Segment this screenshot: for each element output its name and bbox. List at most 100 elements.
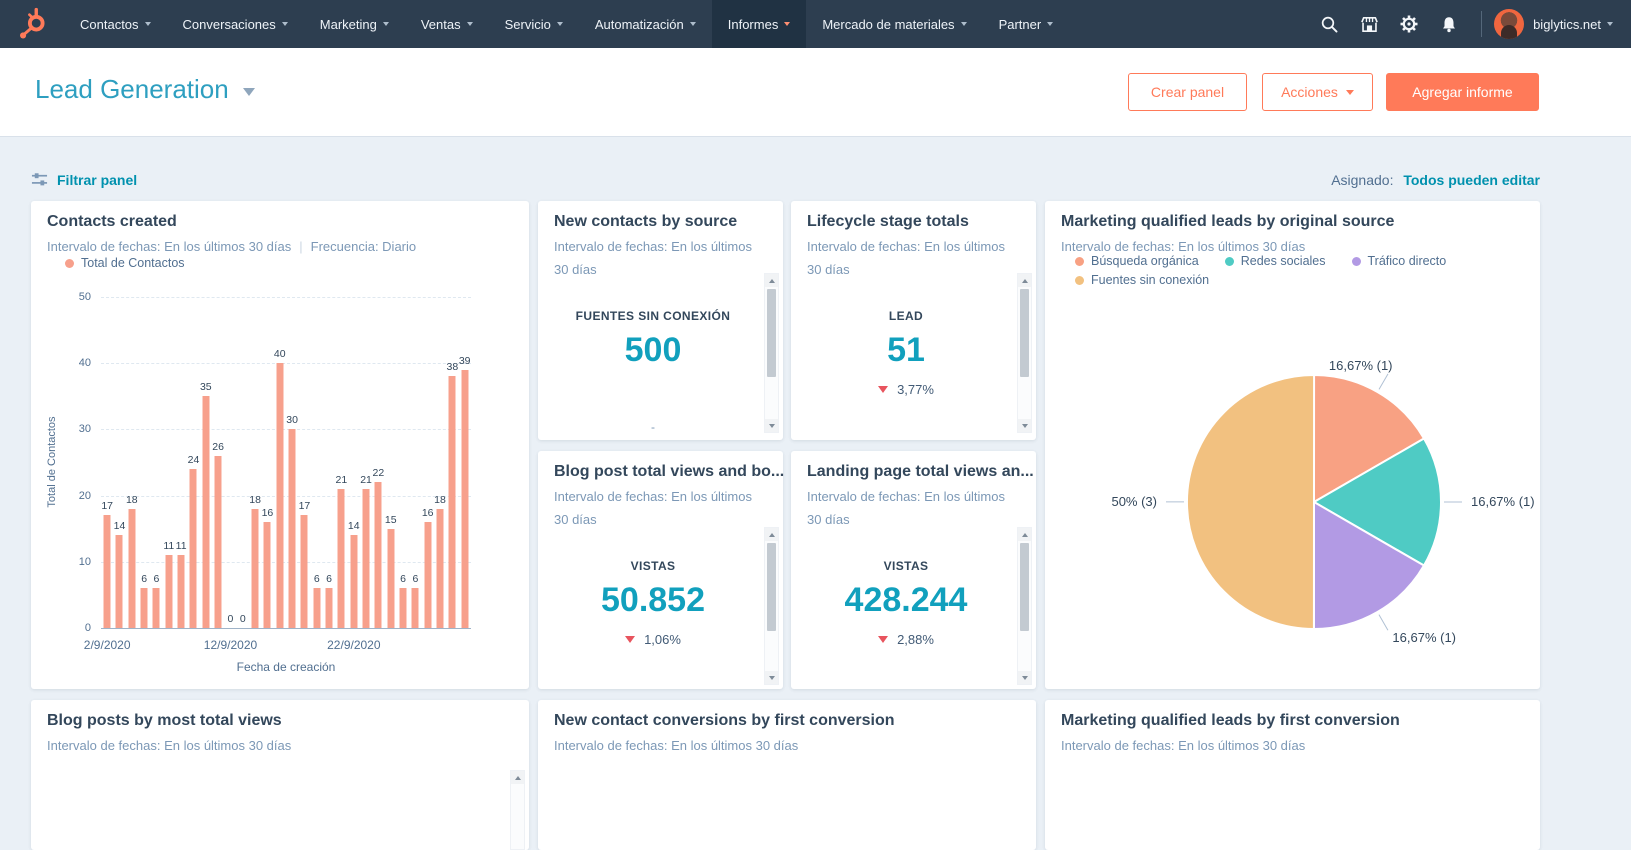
bar[interactable] — [301, 515, 308, 628]
nav-item-label: Contactos — [80, 17, 139, 32]
bar[interactable] — [165, 555, 172, 628]
search-icon[interactable] — [1309, 0, 1349, 48]
bar[interactable] — [116, 535, 123, 628]
bar[interactable] — [252, 509, 259, 628]
bar-value-label: 6 — [314, 573, 320, 585]
scroll-up-arrow[interactable] — [1018, 274, 1031, 287]
settings-gear-icon[interactable] — [1389, 0, 1429, 48]
bar[interactable] — [153, 588, 160, 628]
bar-slot: 0 — [237, 297, 249, 628]
actions-button[interactable]: Acciones — [1262, 73, 1373, 111]
bar[interactable] — [141, 588, 148, 628]
legend-dot-icon — [65, 259, 74, 268]
scroll-down-arrow[interactable] — [1018, 671, 1031, 684]
bar[interactable] — [289, 429, 296, 628]
bar[interactable] — [350, 535, 357, 628]
bar[interactable] — [412, 588, 419, 628]
nav-item-automatizacion[interactable]: Automatización — [579, 0, 712, 48]
chevron-down-icon — [383, 22, 389, 26]
bar[interactable] — [437, 509, 444, 628]
add-report-button[interactable]: Agregar informe — [1386, 73, 1539, 111]
bar[interactable] — [338, 489, 345, 628]
card-title: New contacts by source — [554, 213, 737, 231]
account-menu[interactable]: biglytics.net — [1533, 17, 1613, 32]
card-subtitle: Intervalo de fechas: En los últimos 30 d… — [807, 235, 1012, 281]
bar[interactable] — [449, 376, 456, 628]
dashboard-title-dropdown[interactable]: Lead Generation — [35, 74, 255, 105]
stat-value: 428.244 — [791, 581, 1021, 620]
notifications-bell-icon[interactable] — [1429, 0, 1469, 48]
bar[interactable] — [104, 515, 111, 628]
scroll-down-arrow[interactable] — [765, 419, 778, 432]
nav-item-informes[interactable]: Informes — [712, 0, 807, 48]
nav-item-mercado-de-materiales[interactable]: Mercado de materiales — [806, 0, 982, 48]
scroll-up-arrow[interactable] — [1018, 528, 1031, 541]
chevron-down-icon — [1346, 90, 1354, 95]
nav-item-ventas[interactable]: Ventas — [405, 0, 489, 48]
bar-slot: 30 — [286, 297, 298, 628]
bar[interactable] — [215, 456, 222, 628]
page-title: Lead Generation — [35, 74, 229, 105]
bar-value-label: 38 — [447, 361, 459, 373]
scroll-up-arrow[interactable] — [511, 771, 524, 784]
bar[interactable] — [313, 588, 320, 628]
stat-label: FUENTES SIN CONEXIÓN — [538, 309, 768, 323]
bar[interactable] — [461, 370, 468, 628]
scroll-up-arrow[interactable] — [765, 528, 778, 541]
bar[interactable] — [363, 489, 370, 628]
user-avatar[interactable] — [1494, 9, 1524, 39]
bar[interactable] — [375, 482, 382, 628]
scroll-down-arrow[interactable] — [1018, 419, 1031, 432]
legend-dot-icon — [1075, 276, 1084, 285]
bar[interactable] — [264, 522, 271, 628]
bar[interactable] — [424, 522, 431, 628]
bar[interactable] — [387, 529, 394, 628]
nav-item-partner[interactable]: Partner — [983, 0, 1070, 48]
y-tick-label: 20 — [65, 490, 91, 502]
nav-item-conversaciones[interactable]: Conversaciones — [167, 0, 304, 48]
hubspot-logo-icon[interactable] — [0, 0, 64, 48]
bar[interactable] — [400, 588, 407, 628]
bar[interactable] — [202, 396, 209, 628]
stat-block: LEAD 51 3,77% — [791, 309, 1021, 397]
bar[interactable] — [276, 363, 283, 628]
nav-item-contactos[interactable]: Contactos — [64, 0, 167, 48]
card-mql-by-first-conversion: Marketing qualified leads by first conve… — [1045, 700, 1540, 850]
scrollbar-thumb[interactable] — [767, 543, 776, 631]
assigned-permission-link[interactable]: Todos pueden editar — [1403, 172, 1540, 188]
marketplace-icon[interactable] — [1349, 0, 1389, 48]
bar[interactable] — [326, 588, 333, 628]
stat-delta: 1,06% — [538, 632, 768, 647]
bar[interactable] — [190, 469, 197, 628]
bar-slot: 6 — [409, 297, 421, 628]
legend-label: Fuentes sin conexión — [1091, 273, 1209, 287]
pie-slice-label: 50% (3) — [1111, 494, 1157, 509]
legend-item[interactable]: Fuentes sin conexión — [1075, 273, 1209, 287]
x-tick-label: 2/9/2020 — [84, 638, 131, 652]
bar-slot: 16 — [422, 297, 434, 628]
scrollbar-thumb[interactable] — [767, 289, 776, 377]
filter-panel-button[interactable]: Filtrar panel — [31, 171, 137, 188]
legend-item[interactable]: Tráfico directo — [1352, 254, 1447, 268]
legend-item[interactable]: Búsqueda orgánica — [1075, 254, 1199, 268]
nav-item-label: Servicio — [505, 17, 551, 32]
bar[interactable] — [128, 509, 135, 628]
scrollbar-thumb[interactable] — [1020, 289, 1029, 377]
legend-item[interactable]: Redes sociales — [1225, 254, 1326, 268]
scroll-down-arrow[interactable] — [765, 671, 778, 684]
bar-value-label: 17 — [299, 500, 311, 512]
nav-item-servicio[interactable]: Servicio — [489, 0, 579, 48]
bar[interactable] — [178, 555, 185, 628]
scroll-up-arrow[interactable] — [765, 274, 778, 287]
scrollbar-thumb[interactable] — [1020, 543, 1029, 631]
pie-slice[interactable]: Fuentes sin conexión: 50% (3) — [1187, 375, 1314, 629]
chevron-down-icon — [690, 22, 696, 26]
chevron-down-icon — [1607, 22, 1613, 26]
stat-delta: 3,77% — [791, 382, 1021, 397]
bar-value-label: 14 — [114, 520, 126, 532]
nav-item-marketing[interactable]: Marketing — [304, 0, 405, 48]
legend-item[interactable]: Total de Contactos — [65, 256, 185, 270]
card-landing-page-total-views: Landing page total views an... Intervalo… — [791, 451, 1036, 689]
stat-value: 500 — [538, 331, 768, 370]
create-panel-button[interactable]: Crear panel — [1128, 73, 1247, 111]
